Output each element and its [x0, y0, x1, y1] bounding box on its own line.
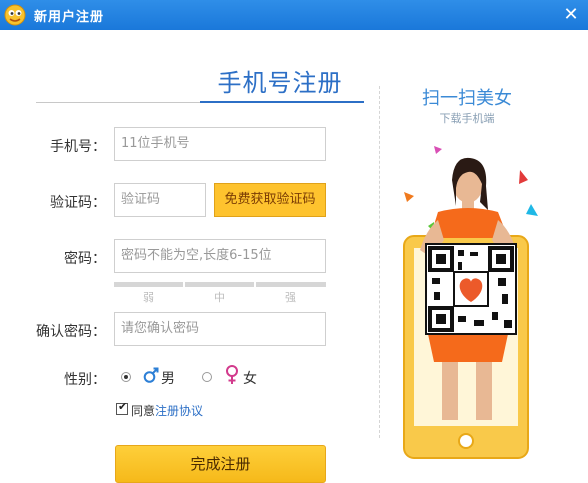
qr-module	[474, 320, 484, 326]
password-label: 密码：	[64, 251, 106, 267]
female-symbol-icon	[226, 365, 238, 384]
gender-label: 性别：	[64, 372, 106, 388]
qr-finder-dot	[436, 254, 446, 264]
model-leg	[476, 362, 492, 420]
scan-subtitle: 下载手机端	[439, 112, 495, 125]
strength-label-medium: 中	[214, 291, 225, 304]
confetti-shape	[519, 170, 528, 184]
tab-divider	[36, 102, 200, 103]
confetti-shape	[526, 204, 538, 216]
qr-module	[434, 292, 440, 300]
tab-active-underline	[200, 101, 364, 103]
title-bar: 新用户注册 ✕	[0, 0, 588, 30]
gender-female-radio[interactable]	[202, 372, 212, 382]
strength-label-weak: 弱	[143, 291, 154, 304]
qr-finder-dot	[436, 314, 446, 324]
qr-module	[504, 320, 512, 328]
tab-phone-register[interactable]: 手机号注册	[196, 63, 364, 98]
close-icon[interactable]: ✕	[563, 4, 578, 25]
qr-module	[498, 278, 506, 286]
qr-module	[502, 294, 508, 304]
confetti-shape	[434, 146, 442, 154]
qr-finder-dot	[496, 254, 506, 264]
confirm-password-input[interactable]: 请您确认密码	[114, 312, 326, 346]
scan-title: 扫一扫美女	[422, 88, 512, 109]
close-button[interactable]: ✕	[554, 0, 588, 30]
window-title: 新用户注册	[34, 10, 105, 25]
phone-label: 手机号：	[50, 139, 106, 155]
confetti-shape	[404, 192, 414, 202]
strength-label-strong: 强	[285, 291, 296, 304]
gender-female-label[interactable]: 女	[243, 368, 257, 388]
qr-module	[458, 250, 464, 256]
panel-divider	[379, 86, 380, 438]
promo-phone-qr-image	[403, 146, 538, 459]
qr-module	[470, 252, 478, 256]
qr-module	[432, 278, 440, 284]
app-logo-icon	[4, 4, 26, 26]
qr-module	[492, 312, 498, 320]
phone-input[interactable]: 11位手机号	[114, 127, 326, 161]
checkmark-icon: ✔	[118, 400, 128, 413]
model-leg	[442, 362, 458, 420]
agreement-prefix: 同意	[131, 404, 156, 418]
confirm-password-label: 确认密码：	[36, 324, 106, 340]
code-input[interactable]: 验证码	[114, 183, 206, 217]
qr-module	[458, 316, 466, 322]
password-input[interactable]: 密码不能为空,长度6-15位	[114, 239, 326, 273]
strength-bar-strong	[256, 282, 326, 287]
qr-module	[458, 262, 462, 270]
agreement-checkbox[interactable]: ✔	[116, 400, 128, 415]
strength-bar-medium	[185, 282, 254, 287]
get-code-button[interactable]: 免费获取验证码	[214, 183, 326, 217]
gender-male-radio[interactable]	[121, 372, 131, 382]
strength-bar-weak	[114, 282, 183, 287]
code-label: 验证码：	[50, 195, 106, 211]
model-skirt	[428, 334, 508, 362]
agreement-text: 同意注册协议	[131, 402, 203, 419]
submit-button[interactable]: 完成注册	[115, 445, 326, 483]
agreement-link[interactable]: 注册协议	[155, 404, 203, 418]
phone-home-button	[458, 433, 474, 449]
gender-male-label[interactable]: 男	[161, 368, 175, 388]
male-symbol-icon	[143, 367, 159, 383]
